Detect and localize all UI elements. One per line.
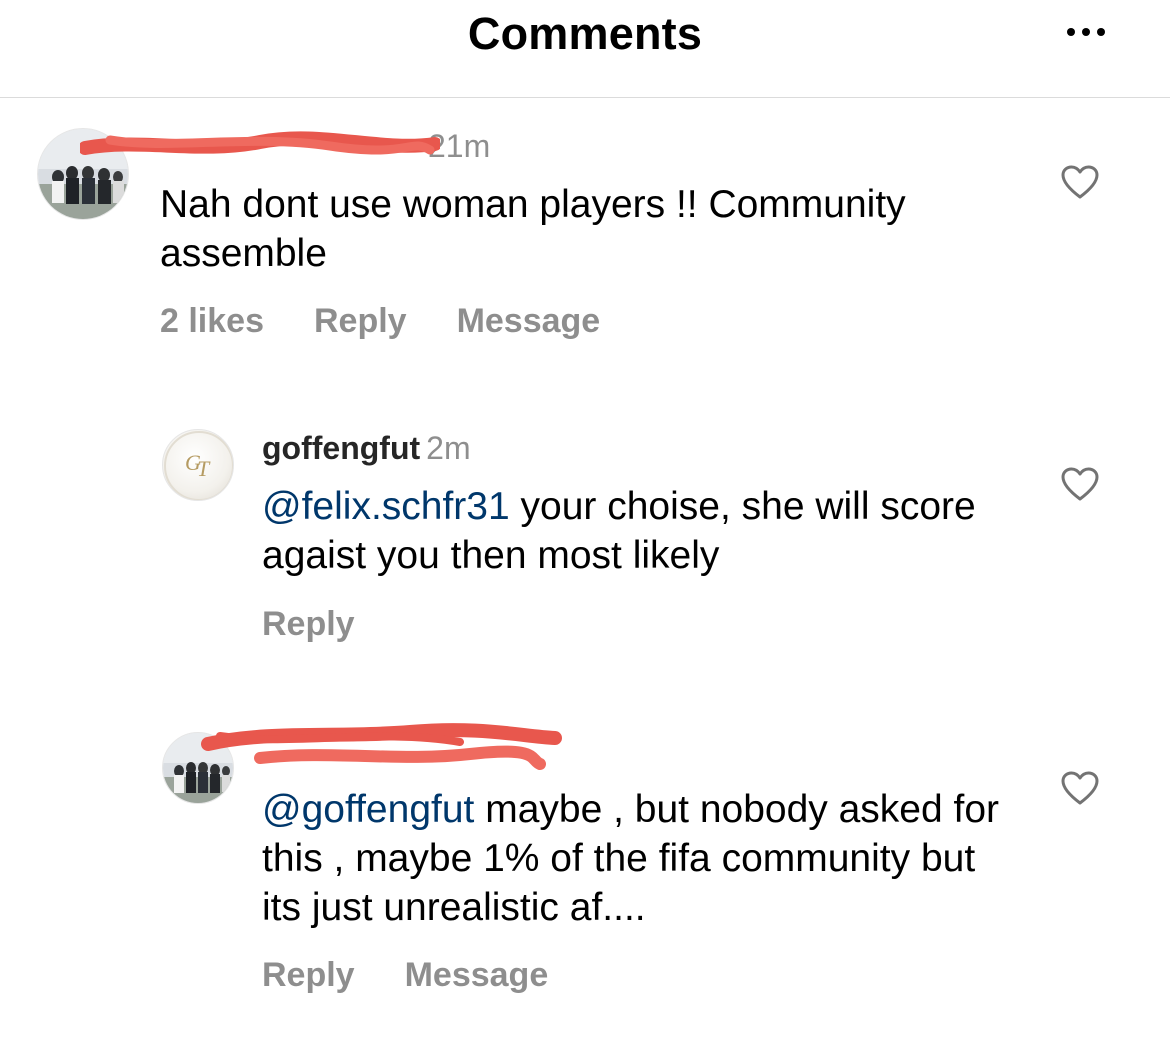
mention-link[interactable]: @goffengfut xyxy=(262,788,474,831)
page-title: Comments xyxy=(467,8,703,59)
redaction-scribble xyxy=(80,131,440,155)
comments-screen: Comments 21m Nah dont use woman players … xyxy=(0,0,1170,1052)
like-heart-icon[interactable] xyxy=(1060,770,1100,806)
svg-text:T: T xyxy=(197,456,211,481)
like-heart-icon[interactable] xyxy=(1060,466,1100,502)
message-button[interactable]: Message xyxy=(457,302,601,340)
gt-logo-icon: G T xyxy=(164,431,233,500)
user-avatar[interactable]: G T xyxy=(162,429,234,501)
reply-button[interactable]: Reply xyxy=(262,605,355,643)
comment-actions: Reply Message xyxy=(262,955,598,995)
comment-actions: Reply xyxy=(262,604,405,644)
redaction-scribble xyxy=(201,723,562,770)
timestamp: 2m xyxy=(426,430,471,466)
more-options-icon[interactable] xyxy=(1056,20,1116,44)
username[interactable]: goffengfut xyxy=(262,430,420,466)
reply-button[interactable]: Reply xyxy=(314,302,407,340)
header: Comments xyxy=(0,0,1170,98)
message-button[interactable]: Message xyxy=(405,956,549,994)
like-heart-icon[interactable] xyxy=(1060,164,1100,200)
reply-button[interactable]: Reply xyxy=(262,956,355,994)
comment-text: @goffengfut maybe , but nobody asked for… xyxy=(262,785,1022,932)
comment-text: Nah dont use woman players !! Community … xyxy=(160,183,906,275)
comment-meta: goffengfut 2m xyxy=(262,428,471,468)
mention-link[interactable]: @felix.schfr31 xyxy=(262,485,510,528)
likes-count[interactable]: 2 likes xyxy=(160,302,264,340)
comment-text: @felix.schfr31 your choise, she will sco… xyxy=(262,482,1022,580)
comment-actions: 2 likes Reply Message xyxy=(160,301,650,341)
